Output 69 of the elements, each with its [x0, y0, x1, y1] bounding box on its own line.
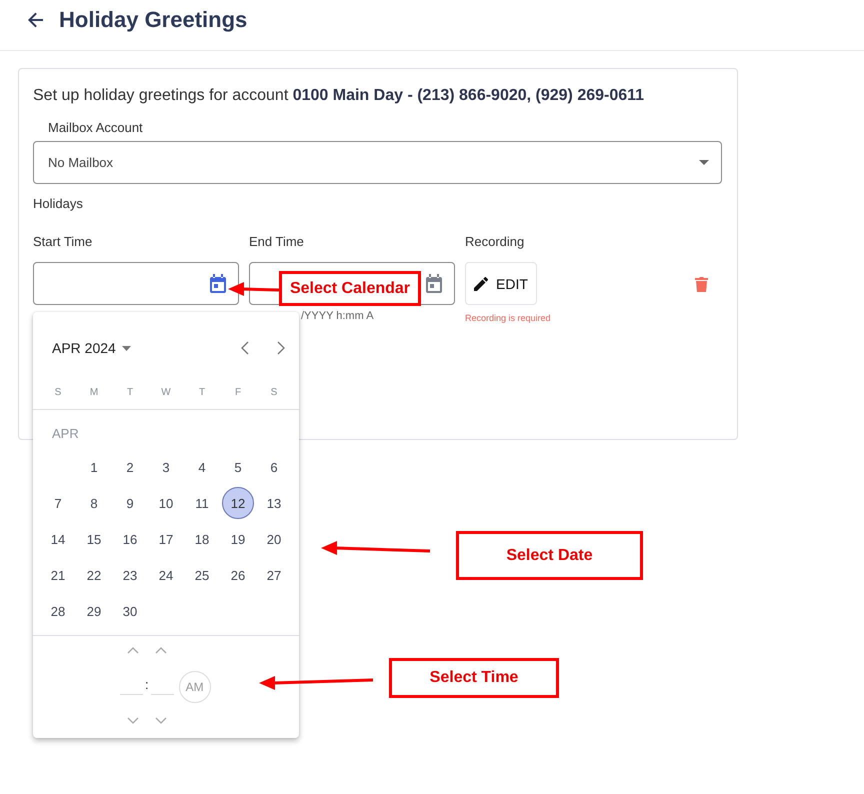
calendar-day[interactable]: 9: [114, 487, 146, 519]
calendar-day[interactable]: 17: [150, 523, 182, 555]
calendar-day[interactable]: 26: [222, 559, 254, 591]
calendar-day[interactable]: 5: [222, 451, 254, 483]
caret-icon: [122, 346, 131, 350]
chevron-up-icon: [155, 646, 167, 654]
weekday-label: W: [160, 386, 172, 398]
weekday-label: M: [88, 386, 100, 398]
calendar-day[interactable]: 19: [222, 523, 254, 555]
trash-icon[interactable]: [695, 276, 708, 292]
mailbox-dropdown[interactable]: No Mailbox: [33, 141, 722, 184]
page-title: Holiday Greetings: [59, 7, 248, 33]
edit-button[interactable]: EDIT: [465, 262, 537, 305]
back-arrow-icon[interactable]: [28, 12, 44, 28]
field-label: Mailbox Account: [48, 120, 143, 135]
start-time-field[interactable]: [33, 262, 239, 305]
chevron-down-icon: [127, 716, 139, 724]
dropdown-caret-icon: [699, 160, 709, 165]
calendar-day[interactable]: 16: [114, 523, 146, 555]
format-hint: /YYYY h:mm A: [300, 310, 375, 322]
calendar-day[interactable]: 1: [78, 451, 110, 483]
column-label: Start Time: [33, 234, 94, 249]
calendar-day[interactable]: 8: [78, 487, 110, 519]
month-label: APR: [52, 426, 79, 441]
calendar-day[interactable]: 3: [150, 451, 182, 483]
column-label: End Time: [249, 234, 305, 249]
calendar-day[interactable]: 25: [186, 559, 218, 591]
chevron-down-icon: [155, 716, 167, 724]
weekday-label: S: [270, 386, 278, 398]
chevron-left-icon: [241, 341, 249, 355]
callout-arrow: [228, 282, 280, 296]
calendar-day[interactable]: 23: [114, 559, 146, 591]
calendar-day[interactable]: 2: [114, 451, 146, 483]
calendar-icon[interactable]: [209, 274, 227, 294]
calendar-day[interactable]: 4: [186, 451, 218, 483]
calendar-day[interactable]: 10: [150, 487, 182, 519]
calendar-day[interactable]: 14: [42, 523, 74, 555]
calendar-day[interactable]: 12: [222, 487, 254, 519]
calendar-day[interactable]: 30: [114, 595, 146, 627]
chevron-right-icon: [277, 341, 285, 355]
calendar-day[interactable]: 20: [258, 523, 290, 555]
calendar-day[interactable]: 21: [42, 559, 74, 591]
chevron-up-icon: [127, 646, 139, 654]
weekday-label: T: [126, 386, 134, 398]
calendar-day[interactable]: 15: [78, 523, 110, 555]
calendar-day[interactable]: 6: [258, 451, 290, 483]
pencil-icon: [474, 276, 488, 290]
calendar-day[interactable]: 24: [150, 559, 182, 591]
weekday-label: S: [54, 386, 62, 398]
calendar-icon[interactable]: [425, 274, 443, 294]
weekday-label: T: [198, 386, 206, 398]
month-year-selector[interactable]: APR 2024: [52, 340, 131, 356]
calendar-day[interactable]: 22: [78, 559, 110, 591]
callout-label: Select Calendar: [279, 271, 421, 306]
callout-label: Select Date: [456, 531, 643, 580]
error-message: Recording is required: [465, 312, 551, 324]
section-label: Holidays: [33, 196, 83, 211]
calendar-day[interactable]: 27: [258, 559, 290, 591]
account-description: Set up holiday greetings for account 0100 Main Day - (213) 866-9020, (929) 269-0611: [33, 87, 646, 105]
column-label: Recording: [465, 234, 526, 249]
weekday-label: F: [234, 386, 242, 398]
callout-label: Select Time: [389, 658, 559, 698]
calendar-day[interactable]: 7: [42, 487, 74, 519]
calendar-day[interactable]: 29: [78, 595, 110, 627]
calendar-day[interactable]: 13: [258, 487, 290, 519]
time-separator: :: [145, 676, 149, 692]
calendar-day[interactable]: 18: [186, 523, 218, 555]
calendar-day[interactable]: 11: [186, 487, 218, 519]
calendar-day[interactable]: 28: [42, 595, 74, 627]
